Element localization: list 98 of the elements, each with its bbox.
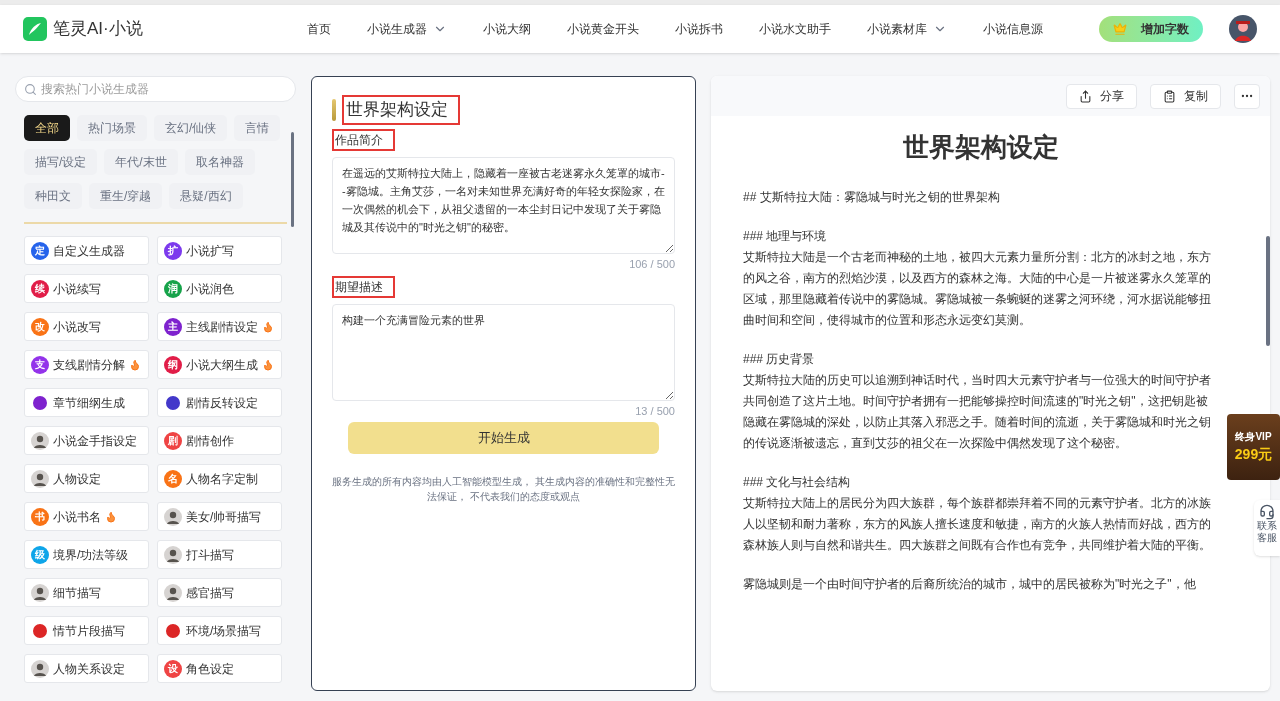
tool-item[interactable]: 情节片段描写	[24, 616, 149, 645]
text-area[interactable]: 构建一个充满冒险元素的世界	[332, 304, 675, 401]
share-icon	[1079, 89, 1092, 103]
tool-item[interactable]: 设 角色设定	[157, 654, 282, 683]
tool-item[interactable]: 感官描写	[157, 578, 282, 607]
tool-icon: 级	[31, 545, 49, 564]
section-heading: ## 艾斯特拉大陆：雾隐城与时光之钥的世界架构	[743, 189, 1001, 206]
nav-link[interactable]: 首页	[307, 20, 331, 38]
support-label: 联系客服	[1257, 520, 1277, 544]
nav-link[interactable]: 小说生成器	[367, 20, 447, 38]
category-tab[interactable]: 重生/穿越	[89, 183, 163, 209]
search-input[interactable]: 搜索热门小说生成器	[41, 80, 287, 98]
tool-icon: 续	[31, 279, 49, 298]
char-count: 13 / 500	[635, 404, 675, 419]
support-button[interactable]: 联系客服	[1254, 500, 1280, 556]
user-avatar[interactable]	[1229, 15, 1257, 43]
text-area[interactable]: 在遥远的艾斯特拉大陆上，隐藏着一座被古老迷雾永久笼罩的城市--雾隐城。主角艾莎，一名对未知世界充满好奇的年轻女探险家，在一次偶然的机会下，从祖父遗留的一本尘封日记中发现了关于雾隐城及其传说中的"时光之钥"的秘密。	[332, 156, 675, 254]
tool-item[interactable]: 人物设定	[24, 464, 149, 493]
nav-link[interactable]: 小说大纲	[483, 20, 531, 38]
search-icon	[24, 82, 37, 96]
nav-link[interactable]: 小说拆书	[675, 20, 723, 38]
tool-item[interactable]: 名 人物名字定制	[157, 464, 282, 493]
promo-price: 299元	[1234, 445, 1273, 464]
tool-item[interactable]: 级 境界/功法等级	[24, 540, 149, 569]
nav-link[interactable]: 小说素材库	[867, 20, 947, 38]
category-tab[interactable]: 言情	[234, 115, 281, 141]
action-button[interactable]: 分享	[1066, 83, 1137, 109]
logo-text: 笔灵AI·小说	[53, 18, 143, 41]
generate-button[interactable]: 开始生成	[348, 421, 659, 454]
tool-icon: 书	[31, 507, 49, 526]
tool-item[interactable]: 续 小说续写	[24, 274, 149, 303]
category-tab[interactable]: 玄幻/仙侠	[154, 115, 228, 141]
action-button[interactable]: 复制	[1150, 83, 1221, 109]
tool-item[interactable]: 主 主线剧情设定	[157, 312, 282, 341]
field-label: 期望描述	[332, 276, 395, 298]
section-heading: ### 地理与环境	[743, 228, 828, 245]
paragraph: 雾隐城则是一个由时间守护者的后裔所统治的城市，城中的居民被称为"时光之子"，他	[743, 576, 1197, 593]
tool-item[interactable]: 人物关系设定	[24, 654, 149, 683]
disclaimer-text: 服务生成的所有内容均由人工智能模型生成， 其生成内容的准确性和完整性无法保证， 不代表我们的态度或观点	[332, 474, 675, 504]
paragraph: 艾斯特拉大陆上的居民分为四大族群，每个族群都崇拜着不同的元素守护者。北方的冰族人以坚韧和耐力著称，东方的风族人擅长速度和敏捷，南方的火族人热情而好战，西方的森林族人则与自然和谐共生。四大族群之间既有合作也有竞争，共同维护着大陆的平衡。	[743, 495, 1212, 554]
headset-icon	[1259, 504, 1275, 520]
category-tab[interactable]: 取名神器	[184, 149, 255, 175]
nav-link[interactable]: 小说信息源	[983, 20, 1043, 38]
avatar-icon	[164, 507, 182, 526]
category-tab[interactable]: 悬疑/西幻	[169, 183, 243, 209]
tool-icon: 支	[31, 355, 49, 374]
add-words-button[interactable]: 增加字数	[1099, 16, 1203, 42]
tool-icon: 润	[164, 279, 182, 298]
field-label: 作品简介	[332, 128, 395, 151]
vip-promo-badge[interactable]: 终身VIP 299元	[1227, 414, 1280, 480]
logo-icon	[23, 17, 47, 41]
tool-icon: 改	[31, 317, 49, 336]
category-tab[interactable]: 年代/末世	[104, 149, 178, 175]
tool-item[interactable]: 美女/帅哥描写	[157, 502, 282, 531]
tool-item[interactable]: 改 小说改写	[24, 312, 149, 341]
tool-icon: 设	[164, 659, 182, 678]
tool-item[interactable]: 小说金手指设定	[24, 426, 149, 455]
section-heading: ### 历史背景	[743, 351, 816, 368]
crown-icon	[1113, 22, 1127, 36]
avatar-icon	[31, 583, 49, 602]
tool-item[interactable]: 润 小说润色	[157, 274, 282, 303]
form-title: 世界架构设定	[342, 95, 460, 125]
tool-item[interactable]: 章节细纲生成	[24, 388, 149, 417]
category-tab[interactable]: 热门场景	[77, 115, 147, 141]
avatar-icon	[31, 469, 49, 488]
promo-label: 终身VIP	[1235, 430, 1272, 444]
tool-item[interactable]: 纲 小说大纲生成	[157, 350, 282, 379]
result-title: 世界架构设定	[901, 131, 1060, 164]
nav-link[interactable]: 小说水文助手	[759, 20, 831, 38]
tool-icon: 扩	[164, 241, 182, 260]
char-count: 106 / 500	[629, 256, 675, 272]
search-field[interactable]: 搜索热门小说生成器	[15, 76, 296, 102]
category-tab[interactable]: 描写/设定	[24, 149, 98, 175]
paragraph: 艾斯特拉大陆是一个古老而神秘的土地，被四大元素力量所分割：北方的冰封之地，东方的风之谷，南方的烈焰沙漠，以及西方的森林之海。大陆的中心是一片被迷雾永久笼罩的区域，那里隐藏着传说中的雾隐城。雾隐城被一条蜿蜒的迷雾之河环绕，河水据说能够扭曲时间和空间，使得城市的位置和形态永远变幻莫测。	[743, 249, 1212, 329]
nav-link[interactable]: 小说黄金开头	[567, 20, 639, 38]
avatar-icon	[31, 659, 49, 678]
tool-item[interactable]: 打斗描写	[157, 540, 282, 569]
category-tab[interactable]: 全部	[24, 115, 70, 141]
category-tab[interactable]: 种田文	[24, 183, 82, 209]
tool-item[interactable]: 扩 小说扩写	[157, 236, 282, 265]
section-heading: ### 文化与社会结构	[743, 474, 852, 491]
tool-item[interactable]: 书 小说书名	[24, 502, 149, 531]
avatar-icon	[31, 431, 49, 450]
tool-item[interactable]: 环境/场景描写	[157, 616, 282, 645]
tool-item[interactable]: 支 支线剧情分解	[24, 350, 149, 379]
tool-icon: 定	[31, 241, 49, 260]
tool-item[interactable]: 细节描写	[24, 578, 149, 607]
tool-icon: 主	[164, 317, 182, 336]
avatar-icon	[164, 545, 182, 564]
tool-item[interactable]: 剧情反转设定	[157, 388, 282, 417]
tool-item[interactable]: 剧 剧情创作	[157, 426, 282, 455]
tool-icon: 纲	[164, 355, 182, 374]
tool-icon: 剧	[164, 431, 182, 450]
paragraph: 艾斯特拉大陆的历史可以追溯到神话时代，当时四大元素守护者与一位强大的时间守护者共同创造了这片土地。时间守护者拥有一把能够操控时间流速的"时光之钥"，这把钥匙被隐藏在雾隐城的深处，以防止其落入邪恶之手。随着时间的流逝，关于雾隐城和时光之钥的传说逐渐被遗忘，直到艾莎的祖父在一次探险中偶然发现了这个秘密。	[743, 372, 1212, 452]
copy-icon	[1163, 89, 1176, 103]
avatar-icon	[164, 583, 182, 602]
tool-item[interactable]: 定 自定义生成器	[24, 236, 149, 265]
tool-icon: 名	[164, 469, 182, 488]
